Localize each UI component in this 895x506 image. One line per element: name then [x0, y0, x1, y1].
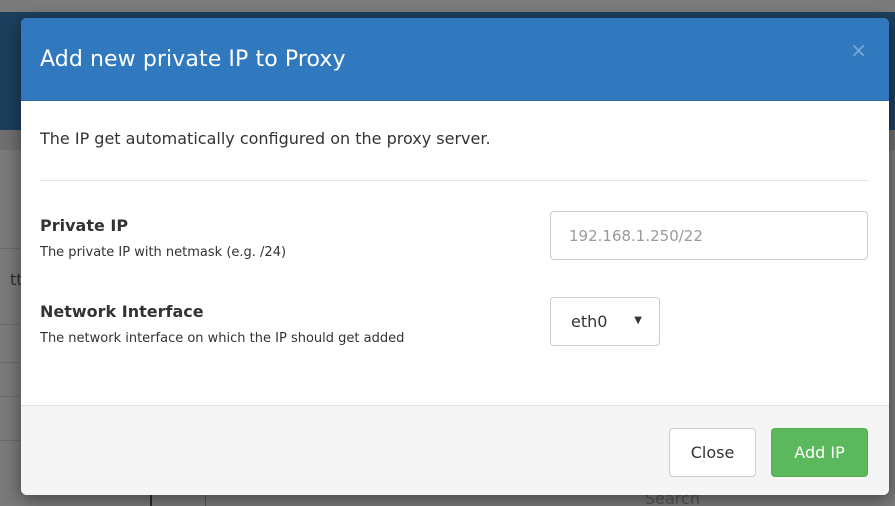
network-interface-help: The network interface on which the IP sh…: [40, 331, 405, 346]
divider: [0, 324, 20, 325]
private-ip-help: The private IP with netmask (e.g. /24): [40, 245, 287, 260]
network-interface-select[interactable]: eth0 ▼: [550, 297, 660, 346]
background-icon: [150, 494, 166, 506]
divider: [0, 362, 20, 363]
close-icon[interactable]: ×: [850, 40, 867, 60]
background-left-column: [0, 150, 20, 506]
modal-header: Add new private IP to Proxy ×: [21, 18, 889, 101]
add-ip-button[interactable]: Add IP: [771, 428, 868, 477]
divider: [0, 396, 20, 397]
modal-body: The IP get automatically configured on t…: [21, 101, 889, 406]
modal-intro-text: The IP get automatically configured on t…: [40, 129, 491, 148]
private-ip-input[interactable]: [550, 211, 868, 260]
divider: [0, 440, 20, 441]
network-interface-selected-value: eth0: [571, 312, 608, 331]
chevron-down-icon: ▼: [634, 315, 642, 326]
network-interface-label: Network Interface: [40, 302, 204, 321]
modal-title: Add new private IP to Proxy: [40, 47, 346, 72]
private-ip-label: Private IP: [40, 216, 129, 235]
divider: [40, 180, 869, 181]
divider: [0, 248, 20, 249]
modal-footer: Close Add IP: [21, 405, 889, 495]
close-button[interactable]: Close: [669, 428, 756, 477]
calendar-icon: [205, 494, 235, 506]
add-private-ip-modal: Add new private IP to Proxy × The IP get…: [21, 18, 889, 495]
